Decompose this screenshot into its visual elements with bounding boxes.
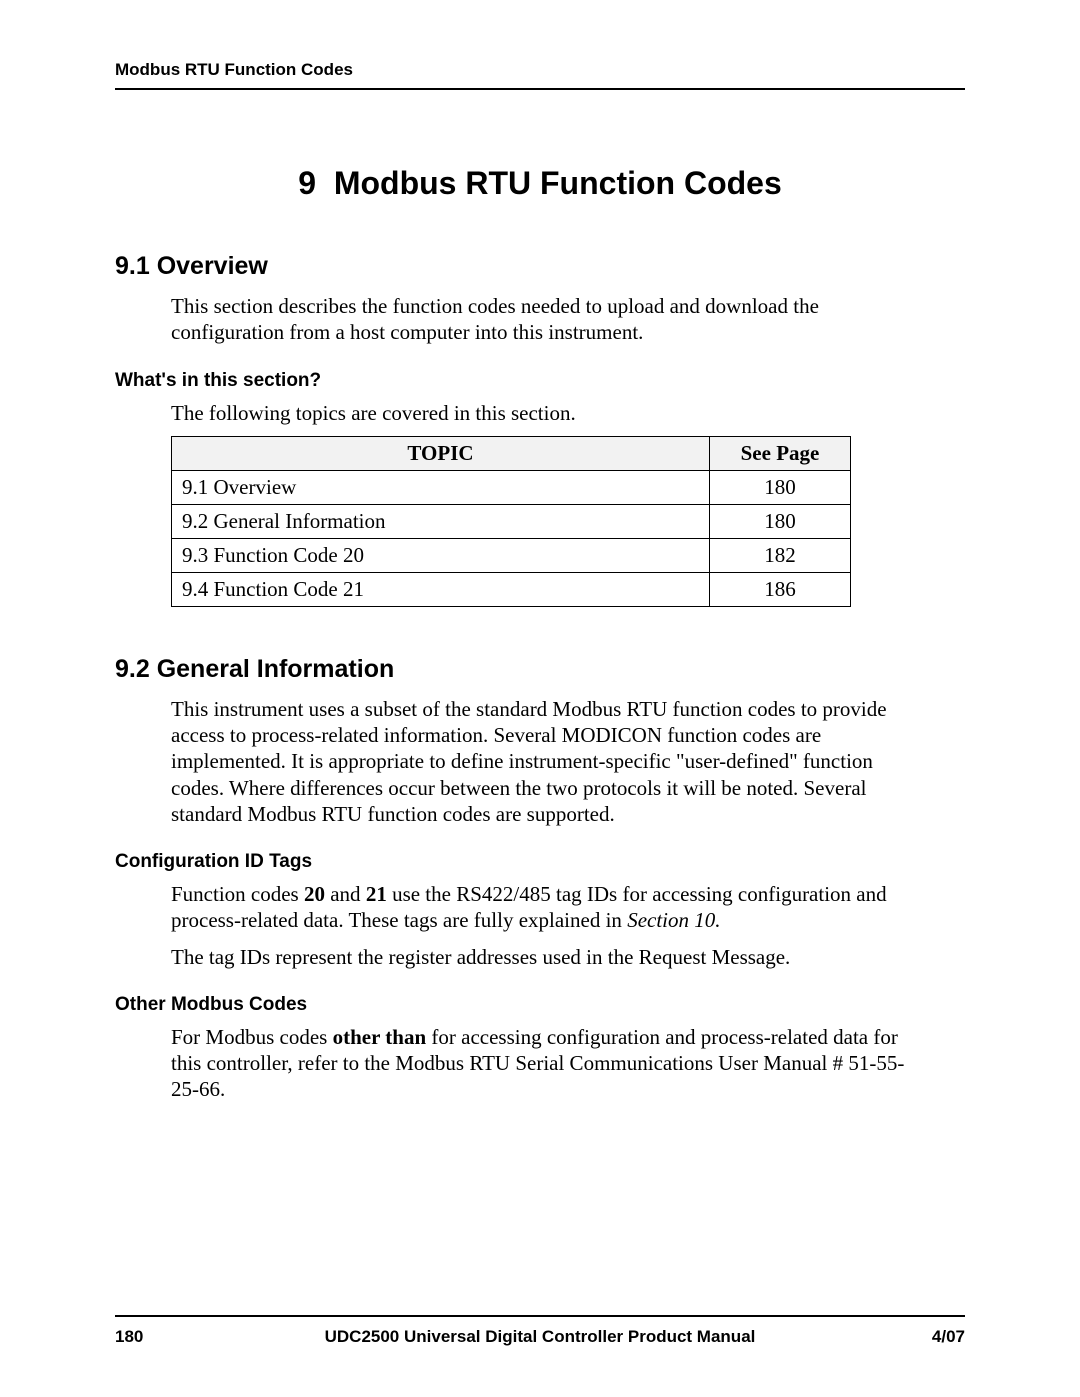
chapter-title: 9 Modbus RTU Function Codes [115,165,965,202]
other-modbus-p1: For Modbus codes other than for accessin… [171,1024,911,1103]
other-than: other than [333,1025,427,1049]
text: For Modbus codes [171,1025,333,1049]
code-21: 21 [366,882,387,906]
toc-page: 186 [710,572,851,606]
heading-config-id-tags: Configuration ID Tags [115,851,965,873]
footer-title: UDC2500 Universal Digital Controller Pro… [115,1327,965,1347]
text: and [325,882,366,906]
heading-whats-in-section: What's in this section? [115,370,965,392]
whats-in-section-intro: The following topics are covered in this… [171,400,911,426]
footer-date: 4/07 [932,1327,965,1347]
page: Modbus RTU Function Codes 9 Modbus RTU F… [0,0,1080,1397]
toc-page: 180 [710,504,851,538]
toc-page: 182 [710,538,851,572]
heading-overview: 9.1 Overview [115,252,965,281]
col-topic: TOPIC [172,436,710,470]
table-row: 9.3 Function Code 20 182 [172,538,851,572]
text: Function codes [171,882,304,906]
toc-topic: 9.1 Overview [172,470,710,504]
chapter-title-text: Modbus RTU Function Codes [334,165,782,201]
toc-page: 180 [710,470,851,504]
general-info-intro: This instrument uses a subset of the sta… [171,696,911,827]
overview-intro: This section describes the function code… [171,293,911,346]
running-head: Modbus RTU Function Codes [115,60,965,90]
table-row: 9.2 General Information 180 [172,504,851,538]
toc-topic: 9.2 General Information [172,504,710,538]
heading-other-modbus-codes: Other Modbus Codes [115,994,965,1016]
toc-topic: 9.4 Function Code 21 [172,572,710,606]
col-see-page: See Page [710,436,851,470]
toc-topic: 9.3 Function Code 20 [172,538,710,572]
section-toc-table: TOPIC See Page 9.1 Overview 180 9.2 Gene… [171,436,851,607]
chapter-number: 9 [298,165,316,201]
page-footer: 180 UDC2500 Universal Digital Controller… [115,1315,965,1347]
config-id-tags-p2: The tag IDs represent the register addre… [171,944,911,970]
table-row: 9.4 Function Code 21 186 [172,572,851,606]
table-row: 9.1 Overview 180 [172,470,851,504]
table-header-row: TOPIC See Page [172,436,851,470]
heading-general-info: 9.2 General Information [115,655,965,684]
code-20: 20 [304,882,325,906]
section-ref: Section 10. [627,908,720,932]
footer-page-number: 180 [115,1327,143,1347]
config-id-tags-p1: Function codes 20 and 21 use the RS422/4… [171,881,911,934]
